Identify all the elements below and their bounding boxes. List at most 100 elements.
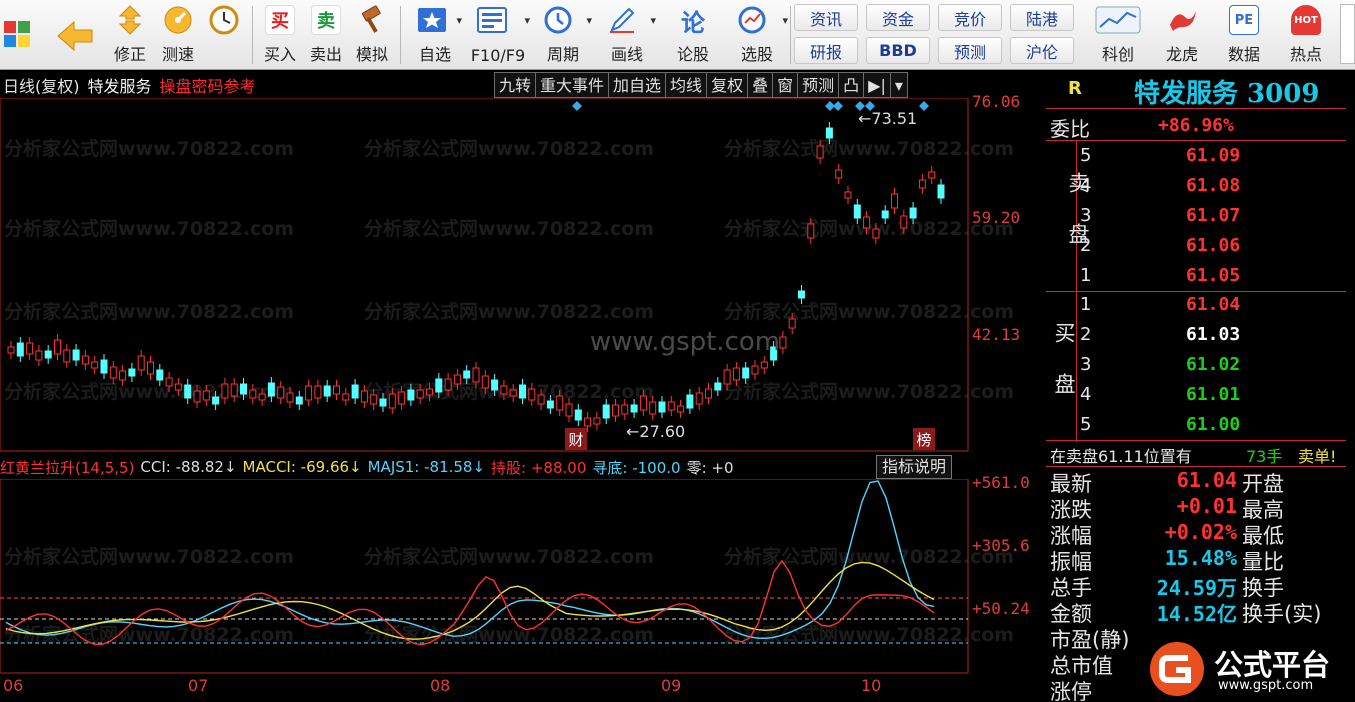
f10-button[interactable]: F10/F9 <box>468 2 530 68</box>
candle-body[interactable] <box>891 193 898 209</box>
indicator-chart[interactable]: 分析家公式网www.70822.com 分析家公式网www.70822.com 分析… <box>0 479 1046 675</box>
quick-link-research[interactable]: 研报 <box>794 37 858 64</box>
candle-body[interactable] <box>305 385 313 401</box>
candle-body[interactable] <box>342 393 350 401</box>
candle-body[interactable] <box>593 417 601 425</box>
hot-topics-button[interactable]: HOT 热点 <box>1280 2 1332 68</box>
toolbar-button-modify[interactable]: 修正 <box>108 2 152 68</box>
candle-body[interactable] <box>202 390 210 401</box>
quick-link-auction[interactable]: 竞价 <box>938 4 1002 31</box>
candle-body[interactable] <box>798 290 805 299</box>
candle-body[interactable] <box>519 384 526 399</box>
event-diamond-marker[interactable] <box>919 101 929 111</box>
candle-body[interactable] <box>295 396 303 405</box>
toolbar-button-clock[interactable] <box>202 2 246 68</box>
candle-body[interactable] <box>453 374 461 385</box>
candle-body[interactable] <box>918 179 926 189</box>
candle-body[interactable] <box>612 404 619 417</box>
candle-body[interactable] <box>370 394 378 405</box>
toolbar-button-speedtest[interactable]: 测速 <box>156 2 200 68</box>
candle-body[interactable] <box>16 342 24 357</box>
candle-body[interactable] <box>649 401 657 415</box>
candle-body[interactable] <box>686 394 694 409</box>
candle-body[interactable] <box>7 346 15 354</box>
quick-link-forecast[interactable]: 预测 <box>938 37 1002 64</box>
candle-body[interactable] <box>416 389 424 399</box>
candle-body[interactable] <box>695 392 703 405</box>
order-level-row[interactable]: 5 61.00 <box>1046 411 1355 441</box>
menu-major-events[interactable]: 重大事件 <box>535 72 610 98</box>
order-level-row[interactable]: 3 61.02 <box>1046 351 1355 381</box>
candle-body[interactable] <box>909 207 917 219</box>
candle-body[interactable] <box>109 366 117 379</box>
candle-body[interactable] <box>779 336 787 349</box>
candle-body[interactable] <box>44 350 52 359</box>
candle-body[interactable] <box>119 370 127 381</box>
candle-body[interactable] <box>556 395 564 411</box>
candle-body[interactable] <box>398 391 406 405</box>
back-button[interactable] <box>52 2 98 68</box>
menu-moving-average[interactable]: 均线 <box>665 72 708 98</box>
candle-body[interactable] <box>212 396 220 405</box>
menu-forecast[interactable]: 预测 <box>797 72 840 98</box>
data-button[interactable]: PE 数据 <box>1218 2 1270 68</box>
hint-label[interactable]: 操盘密码参考 <box>160 73 256 97</box>
menu-dropdown-icon[interactable]: ▾ <box>889 72 908 98</box>
candle-body[interactable] <box>258 393 266 401</box>
event-diamond-marker[interactable] <box>572 101 582 111</box>
event-diamond-marker[interactable] <box>833 101 843 111</box>
candle-body[interactable] <box>463 370 471 379</box>
simulate-button[interactable]: 模拟 <box>350 2 394 68</box>
candle-body[interactable] <box>509 389 517 397</box>
candle-body[interactable] <box>360 390 368 403</box>
windows-grid-button[interactable] <box>0 2 34 68</box>
menu-overlay[interactable]: 叠 <box>747 72 774 98</box>
candle-body[interactable] <box>705 388 712 399</box>
candle-body[interactable] <box>844 191 852 199</box>
period-label[interactable]: 日线(复权) <box>3 73 80 97</box>
candle-body[interactable] <box>26 342 34 355</box>
candle-body[interactable] <box>444 378 452 391</box>
candle-body[interactable] <box>937 184 945 199</box>
candle-body[interactable] <box>872 228 880 239</box>
order-level-row[interactable]: 5 61.09 <box>1046 142 1355 172</box>
order-level-row[interactable]: 3 61.07 <box>1046 202 1355 232</box>
candle-body[interactable] <box>574 409 582 421</box>
candle-body[interactable] <box>546 400 554 409</box>
candle-body[interactable] <box>742 367 750 379</box>
candle-body[interactable] <box>630 404 638 413</box>
candle-body[interactable] <box>267 382 275 397</box>
candle-body[interactable] <box>193 390 201 403</box>
candle-body[interactable] <box>853 204 861 219</box>
candle-body[interactable] <box>565 403 573 417</box>
candle-body[interactable] <box>863 216 871 229</box>
candle-body[interactable] <box>91 361 99 369</box>
discuss-button[interactable]: 论 论股 <box>670 2 716 68</box>
menu-add-watchlist[interactable]: 加自选 <box>608 72 667 98</box>
order-level-row[interactable]: 2 61.03 <box>1046 321 1355 351</box>
candle-body[interactable] <box>760 361 768 369</box>
menu-lock-icon[interactable]: 凸 <box>838 72 865 98</box>
menu-jump-end-icon[interactable]: ▶| <box>863 72 891 98</box>
indicator-help-button[interactable]: 指标说明 <box>876 455 953 479</box>
star-market-button[interactable]: 科创 <box>1090 2 1146 68</box>
candle-body[interactable] <box>407 389 415 401</box>
candle-body[interactable] <box>249 389 257 399</box>
quick-link-hk-connect[interactable]: 陆港 <box>1010 4 1074 31</box>
candle-body[interactable] <box>928 171 936 179</box>
quick-link-funds[interactable]: 资金 <box>866 4 930 31</box>
menu-adjust[interactable]: 复权 <box>706 72 749 98</box>
order-level-row[interactable]: 4 61.08 <box>1046 172 1355 202</box>
order-level-row[interactable]: 1 61.04 <box>1046 291 1355 321</box>
candle-body[interactable] <box>658 401 666 413</box>
candle-body[interactable] <box>807 223 815 239</box>
candle-body[interactable] <box>388 393 396 409</box>
candle-body[interactable] <box>788 318 796 329</box>
candle-body[interactable] <box>900 215 908 229</box>
sell-button[interactable]: 卖 卖出 <box>304 2 348 68</box>
menu-nine-turn[interactable]: 九转 <box>494 72 537 98</box>
order-level-row[interactable]: 2 61.06 <box>1046 232 1355 262</box>
candle-body[interactable] <box>472 367 480 383</box>
candlestick-chart[interactable]: 分析家公式网www.70822.com 分析家公式网www.70822.com 分析… <box>0 98 1046 453</box>
candle-body[interactable] <box>72 349 80 361</box>
